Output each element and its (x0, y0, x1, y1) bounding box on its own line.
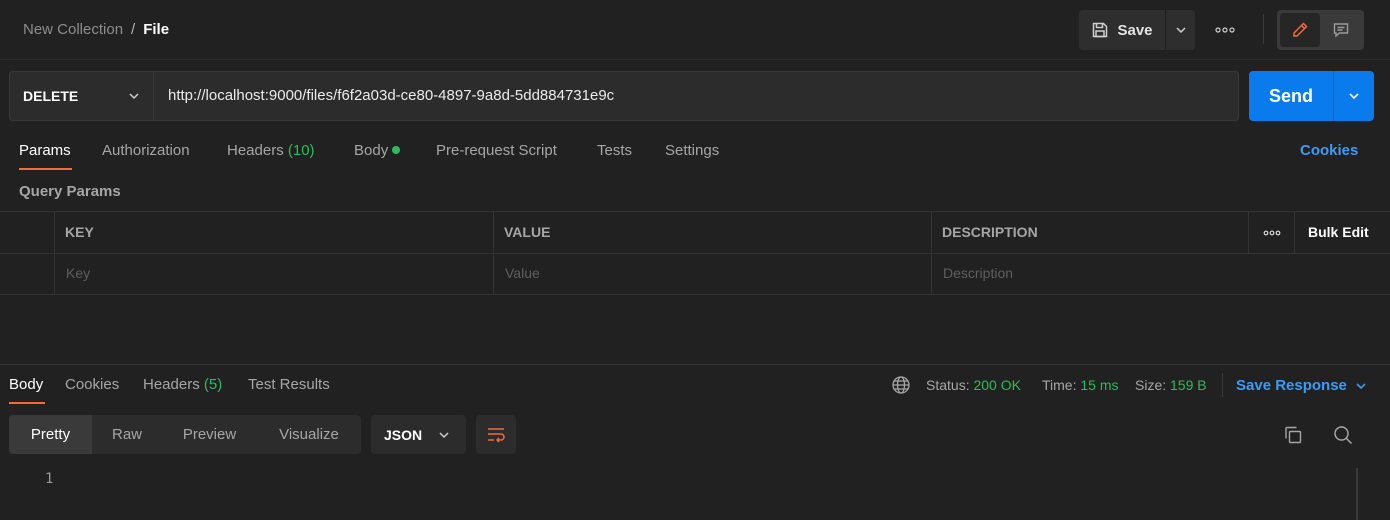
tab-body-label: Body (354, 142, 389, 159)
response-scrollbar[interactable] (1356, 468, 1358, 520)
status-label: Status: (926, 377, 970, 393)
table-options-button[interactable] (1260, 224, 1284, 242)
view-visualize-button[interactable]: Visualize (257, 415, 361, 454)
breadcrumb: New Collection / File (23, 21, 169, 38)
query-params-label: Query Params (19, 183, 121, 200)
search-icon[interactable] (1333, 425, 1353, 445)
breadcrumb-separator: / (131, 21, 136, 38)
table-bottom-border (0, 294, 1390, 295)
chevron-down-icon (1355, 380, 1367, 392)
response-meta-divider (1222, 373, 1223, 397)
save-button-group: Save (1079, 10, 1195, 50)
active-response-tab-indicator (9, 402, 45, 404)
more-horizontal-icon (1263, 230, 1281, 236)
tab-params[interactable]: Params (19, 142, 71, 159)
key-input[interactable]: Key (66, 265, 90, 281)
view-raw-button[interactable]: Raw (92, 415, 162, 454)
body-indicator-dot (392, 146, 401, 154)
tab-headers-label: Headers (227, 142, 284, 159)
save-options-button[interactable] (1165, 10, 1195, 50)
send-button-group: Send (1249, 71, 1374, 121)
column-header-description: DESCRIPTION (942, 224, 1038, 240)
header-divider (0, 59, 1390, 60)
response-view-selector: Pretty Raw Preview Visualize (9, 415, 361, 454)
size-label: Size: (1135, 377, 1167, 393)
table-header-border (0, 253, 1390, 254)
chevron-down-icon (128, 90, 140, 102)
value-input[interactable]: Value (505, 265, 540, 281)
save-icon (1091, 21, 1109, 39)
edit-mode-button[interactable] (1280, 13, 1320, 47)
comments-mode-button[interactable] (1320, 13, 1361, 47)
view-preview-button[interactable]: Preview (162, 415, 257, 454)
table-column-divider (931, 211, 932, 295)
tab-authorization[interactable]: Authorization (102, 142, 190, 159)
copy-icon[interactable] (1283, 425, 1303, 445)
response-tab-body[interactable]: Body (9, 376, 43, 393)
wrap-lines-button[interactable] (476, 415, 516, 454)
table-column-divider (1248, 211, 1249, 254)
cookies-link[interactable]: Cookies (1300, 142, 1358, 159)
response-time[interactable]: Time: 15 ms (1042, 377, 1119, 393)
tab-settings[interactable]: Settings (665, 142, 719, 159)
response-tab-cookies[interactable]: Cookies (65, 376, 119, 393)
response-headers-count: (5) (203, 376, 223, 393)
save-button[interactable]: Save (1079, 10, 1165, 50)
tab-tests[interactable]: Tests (597, 142, 632, 159)
network-globe-icon[interactable] (891, 375, 911, 395)
table-column-divider (1294, 211, 1295, 254)
more-horizontal-icon (1215, 27, 1235, 33)
tab-body[interactable]: Body (354, 142, 401, 159)
active-tab-indicator (19, 168, 72, 170)
response-status[interactable]: Status: 200 OK (926, 377, 1021, 393)
tab-headers[interactable]: Headers (10) (227, 142, 315, 159)
description-input[interactable]: Description (943, 265, 1013, 281)
wrap-lines-icon (486, 426, 506, 444)
status-value: 200 OK (973, 377, 1021, 393)
url-input[interactable]: http://localhost:9000/files/f6f2a03d-ce8… (153, 71, 1239, 121)
save-response-label: Save Response (1236, 377, 1347, 394)
response-size[interactable]: Size: 159 B (1135, 377, 1207, 393)
chevron-down-icon (1347, 89, 1361, 103)
pencil-icon (1291, 21, 1309, 39)
breadcrumb-collection[interactable]: New Collection (23, 21, 123, 38)
tab-prerequest-script[interactable]: Pre-request Script (436, 142, 557, 159)
view-pretty-button[interactable]: Pretty (9, 415, 92, 454)
send-options-button[interactable] (1333, 71, 1374, 121)
response-tab-test-results[interactable]: Test Results (248, 376, 330, 393)
response-tab-headers[interactable]: Headers (5) (143, 376, 222, 393)
time-label: Time: (1042, 377, 1077, 393)
size-value: 159 B (1170, 377, 1207, 393)
comment-icon (1332, 21, 1350, 39)
breadcrumb-request-name[interactable]: File (143, 21, 169, 38)
toolbar-divider (1263, 14, 1264, 44)
column-header-value: VALUE (504, 224, 551, 240)
response-tab-headers-label: Headers (143, 376, 200, 393)
headers-count: (10) (287, 142, 315, 159)
mode-toggle (1277, 10, 1364, 50)
table-column-divider (54, 211, 55, 295)
method-select[interactable]: DELETE (9, 71, 154, 121)
format-label: JSON (384, 426, 423, 443)
method-label: DELETE (23, 88, 79, 104)
save-response-button[interactable]: Save Response (1236, 377, 1367, 394)
response-divider[interactable] (0, 364, 1390, 365)
line-number: 1 (45, 471, 54, 487)
send-button[interactable]: Send (1249, 71, 1333, 121)
save-label: Save (1117, 21, 1153, 39)
format-select[interactable]: JSON (371, 415, 466, 454)
time-value: 15 ms (1080, 377, 1119, 393)
column-header-key: KEY (65, 224, 94, 240)
more-actions-button[interactable] (1212, 18, 1238, 42)
table-column-divider (493, 211, 494, 295)
chevron-down-icon (1175, 24, 1187, 36)
bulk-edit-button[interactable]: Bulk Edit (1308, 224, 1369, 240)
table-top-border (0, 211, 1390, 212)
chevron-down-icon (438, 429, 450, 441)
